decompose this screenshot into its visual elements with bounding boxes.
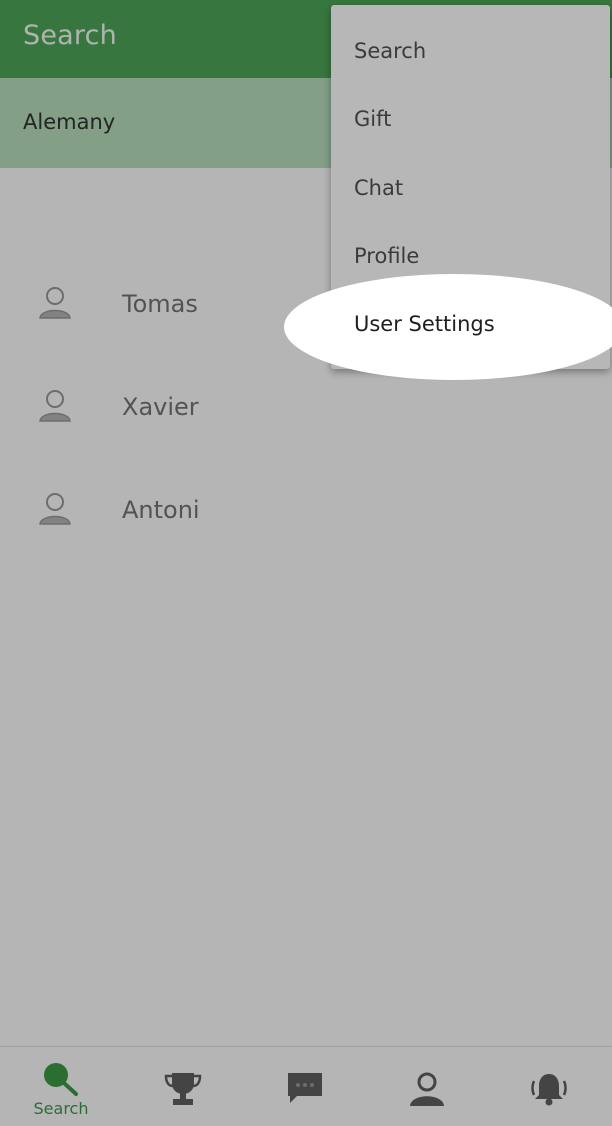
menu-item-label: User Settings bbox=[354, 312, 495, 336]
menu-item-label: Profile bbox=[354, 244, 420, 268]
menu-item-label: Chat bbox=[354, 176, 404, 200]
menu-item-label: Gift bbox=[354, 107, 392, 131]
menu-item-search[interactable]: Search bbox=[331, 18, 610, 86]
screen: Search Alemany Tomas Xavier Antoni Searc… bbox=[0, 0, 612, 1126]
menu-item-gift[interactable]: Gift bbox=[331, 86, 610, 154]
menu-item-chat[interactable]: Chat bbox=[331, 155, 610, 223]
menu-item-label: Search bbox=[354, 39, 427, 63]
